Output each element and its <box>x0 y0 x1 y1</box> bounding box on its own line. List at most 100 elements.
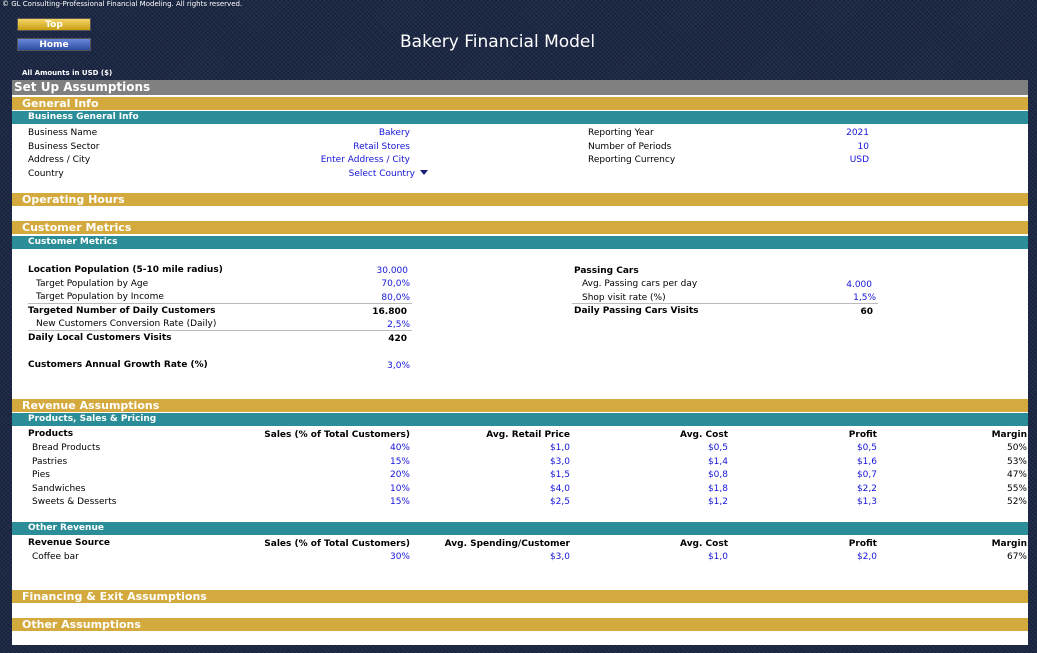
product-profit: $1,6 <box>856 457 877 467</box>
product-sales[interactable]: 15% <box>312 456 410 468</box>
product-sales[interactable]: 40% <box>312 442 410 454</box>
product-sales[interactable]: 15% <box>312 496 410 508</box>
revenue-source-spending[interactable]: $3,0 <box>472 551 570 563</box>
product-name: Sweets & Desserts <box>32 497 117 507</box>
number-of-periods-value[interactable]: 10 <box>772 141 869 153</box>
other-assumptions-section[interactable]: Other Assumptions <box>12 618 1028 631</box>
product-profit: $0,5 <box>856 443 877 453</box>
business-sector-value[interactable]: Retail Stores <box>262 141 410 153</box>
assumptions-sheet: Set Up Assumptions General Info Business… <box>12 80 1028 645</box>
row-divider <box>572 303 878 304</box>
targeted-daily-customers-value: 16.800 <box>372 307 407 317</box>
col-margin: Margin <box>991 430 1027 440</box>
revenue-source-margin: 67% <box>1006 552 1027 562</box>
passing-cars-per-day-label: Avg. Passing cars per day <box>582 279 698 289</box>
location-population-label: Location Population (5-10 mile radius) <box>28 265 223 275</box>
product-margin: 53% <box>1006 457 1027 467</box>
product-sales[interactable]: 10% <box>312 483 410 495</box>
product-price[interactable]: $1,5 <box>472 469 570 481</box>
col-profit: Profit <box>848 539 877 549</box>
daily-local-visits-value: 420 <box>388 334 407 344</box>
top-button[interactable]: Top <box>17 18 91 31</box>
col-sales: Sales (% of Total Customers) <box>264 539 410 549</box>
col-products: Products <box>28 429 74 439</box>
col-sales: Sales (% of Total Customers) <box>264 430 410 440</box>
dropdown-arrow-icon <box>420 170 428 175</box>
product-price[interactable]: $1,0 <box>472 442 570 454</box>
general-info-section[interactable]: General Info <box>12 97 1028 110</box>
col-margin: Margin <box>991 539 1027 549</box>
reporting-currency-label: Reporting Currency <box>588 155 676 165</box>
product-margin: 55% <box>1006 484 1027 494</box>
financing-exit-section[interactable]: Financing & Exit Assumptions <box>12 590 1028 603</box>
target-pop-income-label: Target Population by Income <box>36 292 164 302</box>
business-general-info-header: Business General Info <box>12 111 1028 124</box>
customer-metrics-section[interactable]: Customer Metrics <box>12 221 1028 234</box>
country-dropdown[interactable]: Select Country <box>262 168 428 180</box>
revenue-source-cost[interactable]: $1,0 <box>632 551 728 563</box>
product-margin: 52% <box>1006 497 1027 507</box>
col-retail-price: Avg. Retail Price <box>486 430 570 440</box>
number-of-periods-label: Number of Periods <box>588 142 672 152</box>
other-revenue-header: Other Revenue <box>12 522 1028 535</box>
copyright-text: © GL Consulting-Professional Financial M… <box>2 0 243 8</box>
business-name-value[interactable]: Bakery <box>262 127 410 139</box>
targeted-daily-customers-label: Targeted Number of Daily Customers <box>28 306 216 316</box>
target-pop-age-label: Target Population by Age <box>36 279 149 289</box>
col-avg-cost: Avg. Cost <box>680 430 728 440</box>
reporting-year-value[interactable]: 2021 <box>772 127 869 139</box>
product-price[interactable]: $2,5 <box>472 496 570 508</box>
product-cost[interactable]: $1,4 <box>632 456 728 468</box>
address-value[interactable]: Enter Address / City <box>262 154 410 166</box>
product-name: Sandwiches <box>32 484 86 494</box>
growth-rate-label: Customers Annual Growth Rate (%) <box>28 360 208 370</box>
customer-metrics-header: Customer Metrics <box>12 236 1028 249</box>
product-profit: $1,3 <box>856 497 877 507</box>
business-name-label: Business Name <box>28 128 98 138</box>
revenue-source-profit: $2,0 <box>856 552 877 562</box>
daily-passing-cars-visits-value: 60 <box>860 307 873 317</box>
growth-rate-value[interactable]: 3,0% <box>312 360 410 372</box>
conversion-rate-label: New Customers Conversion Rate (Daily) <box>36 319 217 329</box>
daily-passing-cars-visits-label: Daily Passing Cars Visits <box>574 306 699 316</box>
location-population-value[interactable]: 30.000 <box>312 265 409 277</box>
home-button[interactable]: Home <box>17 38 91 51</box>
product-cost[interactable]: $0,8 <box>632 469 728 481</box>
address-label: Address / City <box>28 155 91 165</box>
revenue-assumptions-section[interactable]: Revenue Assumptions <box>12 399 1028 412</box>
products-sales-pricing-header: Products, Sales & Pricing <box>12 413 1028 426</box>
currency-note: All Amounts in USD ($) <box>22 69 113 77</box>
reporting-year-label: Reporting Year <box>588 128 654 138</box>
row-divider <box>28 303 412 304</box>
product-sales[interactable]: 20% <box>312 469 410 481</box>
country-label: Country <box>28 169 64 179</box>
col-profit: Profit <box>848 430 877 440</box>
daily-local-visits-label: Daily Local Customers Visits <box>28 333 172 343</box>
product-cost[interactable]: $1,8 <box>632 483 728 495</box>
country-value: Select Country <box>348 169 415 179</box>
col-avg-cost: Avg. Cost <box>680 539 728 549</box>
product-price[interactable]: $3,0 <box>472 456 570 468</box>
col-avg-spending: Avg. Spending/Customer <box>444 539 570 549</box>
product-cost[interactable]: $1,2 <box>632 496 728 508</box>
product-cost[interactable]: $0,5 <box>632 442 728 454</box>
passing-cars-per-day-value[interactable]: 4.000 <box>772 279 872 291</box>
product-profit: $0,7 <box>856 470 877 480</box>
target-pop-age-value[interactable]: 70,0% <box>312 278 410 290</box>
product-margin: 50% <box>1006 443 1027 453</box>
operating-hours-section[interactable]: Operating Hours <box>12 193 1028 206</box>
setup-assumptions-header: Set Up Assumptions <box>12 80 1028 95</box>
row-divider <box>28 330 412 331</box>
page-title: Bakery Financial Model <box>400 32 596 52</box>
product-name: Bread Products <box>32 443 101 453</box>
business-sector-label: Business Sector <box>28 142 100 152</box>
revenue-source-sales[interactable]: 30% <box>312 551 410 563</box>
passing-cars-label: Passing Cars <box>574 266 639 276</box>
product-profit: $2,2 <box>856 484 877 494</box>
col-revenue-source: Revenue Source <box>28 538 111 548</box>
product-name: Pies <box>32 470 50 480</box>
product-name: Pastries <box>32 457 68 467</box>
reporting-currency-value[interactable]: USD <box>772 154 869 166</box>
revenue-source-name: Coffee bar <box>32 552 79 562</box>
product-price[interactable]: $4,0 <box>472 483 570 495</box>
